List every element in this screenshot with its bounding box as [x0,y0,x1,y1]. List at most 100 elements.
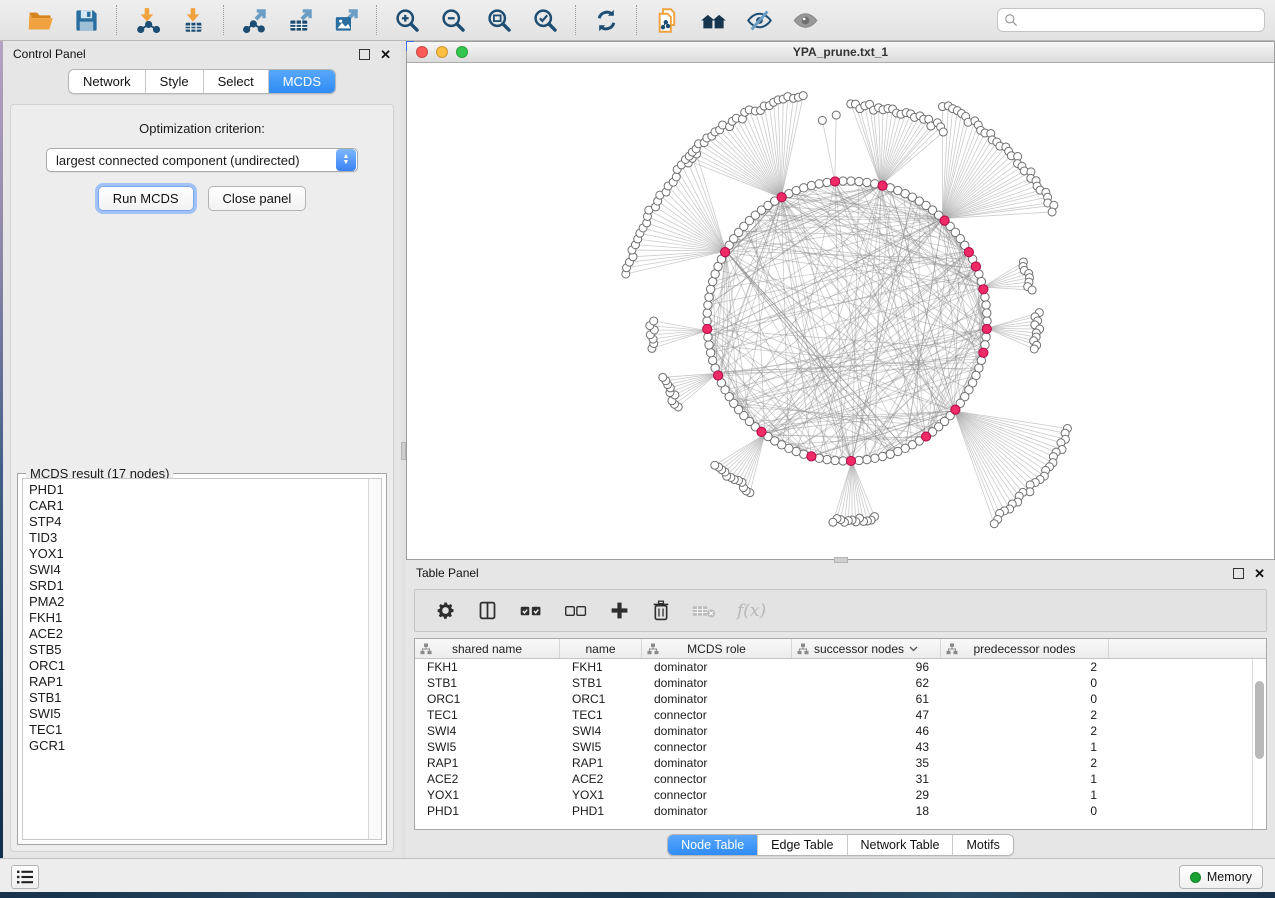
mcds-result-item[interactable]: TID3 [29,530,381,546]
graph-node[interactable] [704,301,712,309]
graph-node[interactable] [863,455,871,463]
graph-node-selected[interactable] [940,216,949,225]
save-session-button[interactable] [70,4,102,36]
graph-node[interactable] [800,184,808,192]
graph-node[interactable] [990,520,998,528]
tab-select[interactable]: Select [203,70,268,93]
cell-successor_nodes[interactable]: 96 [792,660,941,674]
graph-node[interactable] [878,452,886,460]
graph-node-selected[interactable] [951,405,960,414]
graph-node-selected[interactable] [777,193,786,202]
graph-node-selected[interactable] [971,262,980,271]
cell-name[interactable]: STB1 [560,676,642,690]
column-header-successor-nodes[interactable]: successor nodes [792,639,941,658]
graph-node[interactable] [871,454,879,462]
graph-node[interactable] [863,178,871,186]
graph-node[interactable] [886,450,894,458]
column-header-MCDS-role[interactable]: MCDS role [642,639,792,658]
cell-mcds_role[interactable]: dominator [642,724,792,738]
graph-node[interactable] [1028,286,1036,294]
cell-shared_name[interactable]: YOX1 [415,788,560,802]
cell-name[interactable]: PHD1 [560,804,642,818]
zoom-out-button[interactable] [437,4,469,36]
graph-node[interactable] [982,301,990,309]
zoom-selected-button[interactable] [529,4,561,36]
column-header-predecessor-nodes[interactable]: predecessor nodes [941,639,1109,658]
mcds-result-item[interactable]: SWI4 [29,562,381,578]
import-network-button[interactable] [131,4,163,36]
tab-node-table[interactable]: Node Table [668,835,757,855]
cell-shared_name[interactable]: SWI4 [415,724,560,738]
cell-successor_nodes[interactable]: 47 [792,708,941,722]
mcds-result-list[interactable]: PHD1CAR1STP4TID3YOX1SWI4SRD1PMA2FKH1ACE2… [22,478,382,840]
graph-node[interactable] [983,309,991,317]
graph-node[interactable] [706,349,714,357]
cell-successor_nodes[interactable]: 29 [792,788,941,802]
graph-node[interactable] [847,177,855,185]
float-table-panel-button[interactable] [1233,568,1244,579]
graph-node[interactable] [799,92,807,100]
cell-shared_name[interactable]: FKH1 [415,660,560,674]
select-all-button[interactable] [519,597,543,625]
minimize-window-icon[interactable] [436,46,448,58]
open-file-button[interactable] [24,4,56,36]
cell-name[interactable]: ACE2 [560,772,642,786]
close-panel-button[interactable]: ✕ [380,49,391,60]
mcds-result-item[interactable]: STB5 [29,642,381,658]
cell-successor_nodes[interactable]: 46 [792,724,941,738]
table-row[interactable]: FKH1FKH1dominator962 [415,659,1252,675]
cell-name[interactable]: TEC1 [560,708,642,722]
cell-successor_nodes[interactable]: 31 [792,772,941,786]
mcds-result-item[interactable]: CAR1 [29,498,381,514]
cell-predecessor_nodes[interactable]: 2 [941,708,1109,722]
cell-name[interactable]: ORC1 [560,692,642,706]
graph-node[interactable] [659,373,667,381]
maximize-window-icon[interactable] [456,46,468,58]
mcds-result-item[interactable]: STB1 [29,690,381,706]
table-row[interactable]: PHD1PHD1dominator180 [415,803,1252,819]
cell-mcds_role[interactable]: connector [642,708,792,722]
mcds-result-item[interactable]: GCR1 [29,738,381,754]
graph-node[interactable] [705,293,713,301]
delete-column-button[interactable] [651,597,671,625]
cell-predecessor_nodes[interactable]: 0 [941,804,1109,818]
graph-node[interactable] [832,111,840,119]
cell-predecessor_nodes[interactable]: 2 [941,660,1109,674]
graph-node[interactable] [705,341,713,349]
first-neighbors-button[interactable] [697,4,729,36]
graph-node[interactable] [650,317,658,325]
tab-style[interactable]: Style [145,70,203,93]
graph-node[interactable] [815,180,823,188]
cell-predecessor_nodes[interactable]: 1 [941,788,1109,802]
table-row[interactable]: STB1STB1dominator620 [415,675,1252,691]
graph-node[interactable] [711,461,719,469]
graph-node-selected[interactable] [846,456,855,465]
table-row[interactable]: SWI5SWI5connector431 [415,739,1252,755]
search-input[interactable] [997,8,1265,32]
graph-node-selected[interactable] [807,452,816,461]
tab-network-table[interactable]: Network Table [847,835,953,855]
graph-node-selected[interactable] [964,248,973,257]
cell-mcds_role[interactable]: dominator [642,676,792,690]
cell-shared_name[interactable]: SWI5 [415,740,560,754]
mcds-result-item[interactable]: PMA2 [29,594,381,610]
table-row[interactable]: RAP1RAP1dominator352 [415,755,1252,771]
refresh-view-button[interactable] [590,4,622,36]
graph-node-selected[interactable] [720,248,729,257]
cell-shared_name[interactable]: ORC1 [415,692,560,706]
cell-successor_nodes[interactable]: 35 [792,756,941,770]
mcds-result-item[interactable]: SRD1 [29,578,381,594]
column-header-name[interactable]: name [560,639,642,658]
graph-node[interactable] [672,173,680,181]
graph-node-selected[interactable] [921,432,930,441]
mcds-result-item[interactable]: ACE2 [29,626,381,642]
table-row[interactable]: TEC1TEC1connector472 [415,707,1252,723]
export-network-button[interactable] [238,4,270,36]
mcds-result-item[interactable]: PHD1 [29,482,381,498]
network-window-titlebar[interactable]: YPA_prune.txt_1 [407,42,1274,63]
mcds-result-item[interactable]: FKH1 [29,610,381,626]
import-table-button[interactable] [177,4,209,36]
table-scrollbar-thumb[interactable] [1255,681,1264,759]
graph-node[interactable] [831,456,839,464]
tab-motifs[interactable]: Motifs [952,835,1012,855]
